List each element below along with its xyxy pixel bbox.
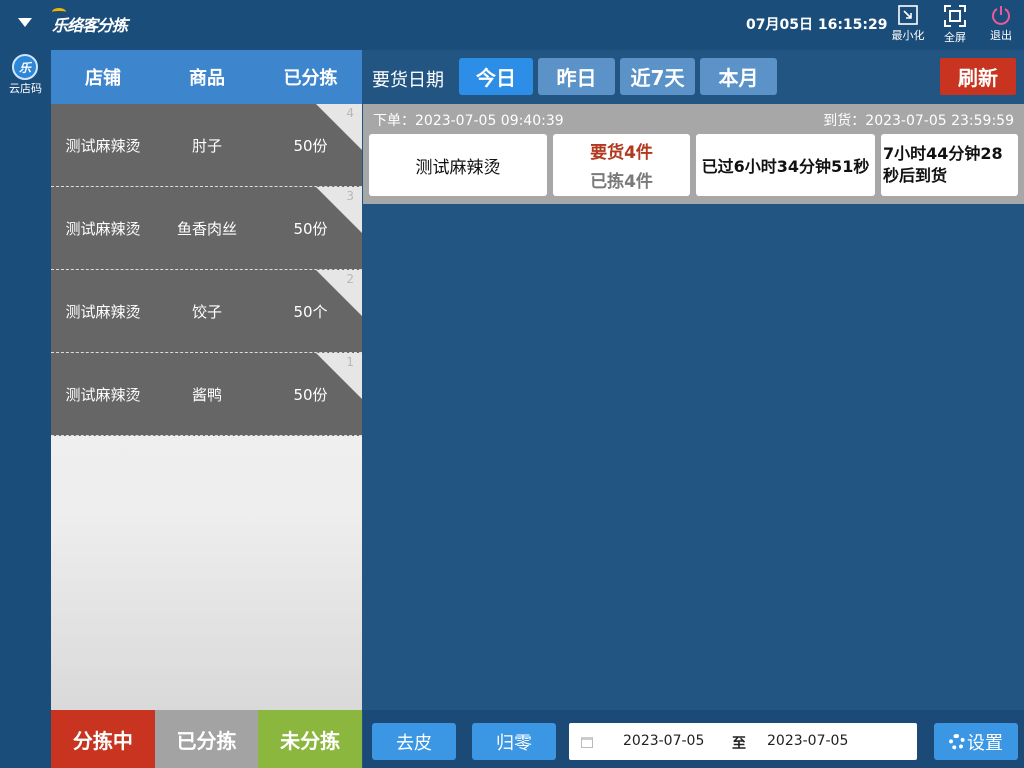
tab-sorted[interactable]: 已分拣: [154, 710, 259, 768]
item-number: 2: [346, 272, 354, 286]
exit-button[interactable]: 退出: [981, 5, 1021, 45]
sorted-qty: 已拣4件: [590, 172, 653, 192]
item-store: 测试麻辣烫: [65, 302, 141, 321]
zero-button[interactable]: 归零: [472, 723, 556, 760]
app-logo: 乐络客分拣: [52, 8, 128, 38]
header-store: 店铺: [85, 68, 121, 89]
minimize-button[interactable]: 最小化: [888, 5, 928, 45]
list-item[interactable]: 测试麻辣烫 饺子 50个 2: [51, 270, 362, 353]
order-time: 下单：2023-07-05 09:40:39: [373, 113, 564, 129]
top-bar: 乐络客分拣 07月05日 16:15:29 最小化 全屏 退出: [0, 0, 1024, 50]
corner-fold: [316, 270, 362, 316]
store-code-label: 云店码: [9, 82, 42, 95]
order-row[interactable]: 下单：2023-07-05 09:40:39 到货：2023-07-05 23:…: [363, 104, 1024, 204]
order-store: 测试麻辣烫: [415, 157, 501, 178]
tab-sorting[interactable]: 分拣中: [51, 710, 155, 768]
settings-button[interactable]: 设置: [934, 723, 1018, 760]
list-item[interactable]: 测试麻辣烫 肘子 50份 4: [51, 104, 362, 187]
settings-label: 设置: [967, 732, 1003, 754]
date-range-picker[interactable]: 2023-07-05 至 2023-07-05: [569, 723, 917, 760]
header-product: 商品: [189, 68, 225, 89]
power-icon: [992, 6, 1010, 25]
fullscreen-icon: [944, 5, 966, 27]
tab-unsorted[interactable]: 未分拣: [258, 710, 363, 768]
corner-fold: [316, 187, 362, 233]
list-item[interactable]: 测试麻辣烫 鱼香肉丝 50份 3: [51, 187, 362, 270]
tare-button[interactable]: 去皮: [372, 723, 456, 760]
list-item[interactable]: 测试麻辣烫 酱鸭 50份 1: [51, 353, 362, 436]
item-product: 鱼香肉丝: [176, 219, 237, 238]
left-rail: 乐 云店码: [0, 50, 51, 768]
elapsed-time: 已过6小时34分钟51秒: [701, 157, 870, 176]
gear-icon: [949, 733, 965, 750]
status-tabs: 分拣中 已分拣 未分拣: [51, 710, 363, 768]
corner-fold: [316, 353, 362, 399]
fullscreen-button[interactable]: 全屏: [935, 5, 975, 45]
task-list-panel: 店铺 商品 已分拣 测试麻辣烫 肘子 50份 4 测试麻辣烫 鱼香肉丝 50份 …: [51, 50, 362, 741]
exit-label: 退出: [990, 29, 1012, 42]
item-product: 酱鸭: [191, 385, 222, 404]
fullscreen-label: 全屏: [944, 31, 966, 44]
header-sorted: 已分拣: [283, 68, 338, 89]
remaining-card: 7小时44分钟28 秒后到货: [881, 134, 1018, 196]
item-store: 测试麻辣烫: [65, 136, 141, 155]
calendar-icon: [581, 737, 593, 748]
elapsed-card: 已过6小时34分钟51秒: [696, 134, 875, 196]
logo-arc-icon: [52, 8, 66, 16]
date-separator: 至: [732, 736, 746, 752]
minimize-label: 最小化: [891, 29, 925, 42]
item-number: 3: [346, 189, 354, 203]
arrive-time: 到货：2023-07-05 23:59:59: [823, 113, 1014, 129]
order-store-card: 测试麻辣烫: [369, 134, 547, 196]
refresh-button[interactable]: 刷新: [940, 58, 1016, 95]
chip-yesterday[interactable]: 昨日: [538, 58, 615, 95]
item-number: 1: [346, 355, 354, 369]
menu-caret-icon[interactable]: [18, 18, 32, 27]
required-qty: 要货4件: [590, 143, 653, 163]
remaining-line-2: 秒后到货: [883, 166, 948, 185]
item-product: 肘子: [191, 136, 222, 155]
item-number: 4: [346, 106, 354, 120]
minimize-icon: [898, 5, 918, 25]
date-to[interactable]: 2023-07-05: [767, 733, 848, 749]
date-from[interactable]: 2023-07-05: [623, 733, 704, 749]
order-qty-card: 要货4件 已拣4件: [553, 134, 690, 196]
chip-this-month[interactable]: 本月: [700, 58, 777, 95]
item-store: 测试麻辣烫: [65, 385, 141, 404]
corner-fold: [316, 104, 362, 150]
footer-bar: 去皮 归零 2023-07-05 至 2023-07-05 设置: [363, 710, 1024, 768]
chip-today[interactable]: 今日: [459, 58, 533, 95]
remaining-line-1: 7小时44分钟28: [883, 144, 1003, 163]
datetime-display: 07月05日 16:15:29: [746, 17, 888, 33]
list-header: 店铺 商品 已分拣: [51, 50, 362, 104]
date-filter-label: 要货日期: [372, 70, 444, 91]
chip-last-7-days[interactable]: 近7天: [620, 58, 695, 95]
item-product: 饺子: [191, 302, 222, 321]
store-code-icon: 乐: [12, 54, 38, 80]
item-store: 测试麻辣烫: [65, 219, 141, 238]
